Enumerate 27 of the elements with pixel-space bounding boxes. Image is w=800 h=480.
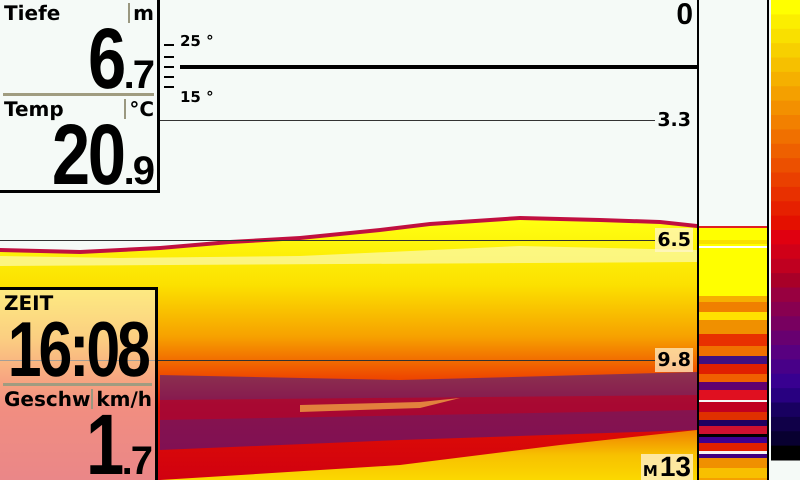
depth-label: 6.5: [655, 228, 693, 252]
unit-label: km/h: [91, 388, 152, 408]
scale-tick: [164, 76, 174, 78]
reading-value: 1: [86, 411, 122, 479]
reading-decimal: .9: [124, 151, 153, 191]
time-label: ZEIT: [4, 292, 54, 312]
depth-label: 9.8: [655, 348, 693, 372]
temp-scale-label: 25 °: [180, 32, 214, 50]
temp-scale-label: 15 °: [180, 88, 214, 106]
reading-decimal: .7: [122, 441, 151, 480]
scale-tick: [164, 44, 174, 46]
scale-tick: [164, 86, 174, 88]
scale-tick: [164, 56, 174, 58]
depth-label: Tiefe: [4, 2, 60, 22]
unit-label: m: [128, 2, 154, 22]
depth-label: 0: [676, 0, 693, 32]
unit-label: °C: [124, 98, 154, 118]
reading-value: 6: [88, 25, 124, 93]
depth-label: 3.3: [656, 108, 692, 132]
time-value: 16:08: [8, 315, 148, 383]
reading-decimal: .7: [124, 55, 153, 95]
temp-label: Temp: [4, 98, 64, 118]
reading-value: 20: [52, 121, 124, 189]
speed-label: Geschw: [4, 388, 90, 408]
range-mode: M: [642, 462, 658, 480]
scale-tick: [164, 66, 174, 68]
depth-range: 13: [660, 454, 691, 480]
